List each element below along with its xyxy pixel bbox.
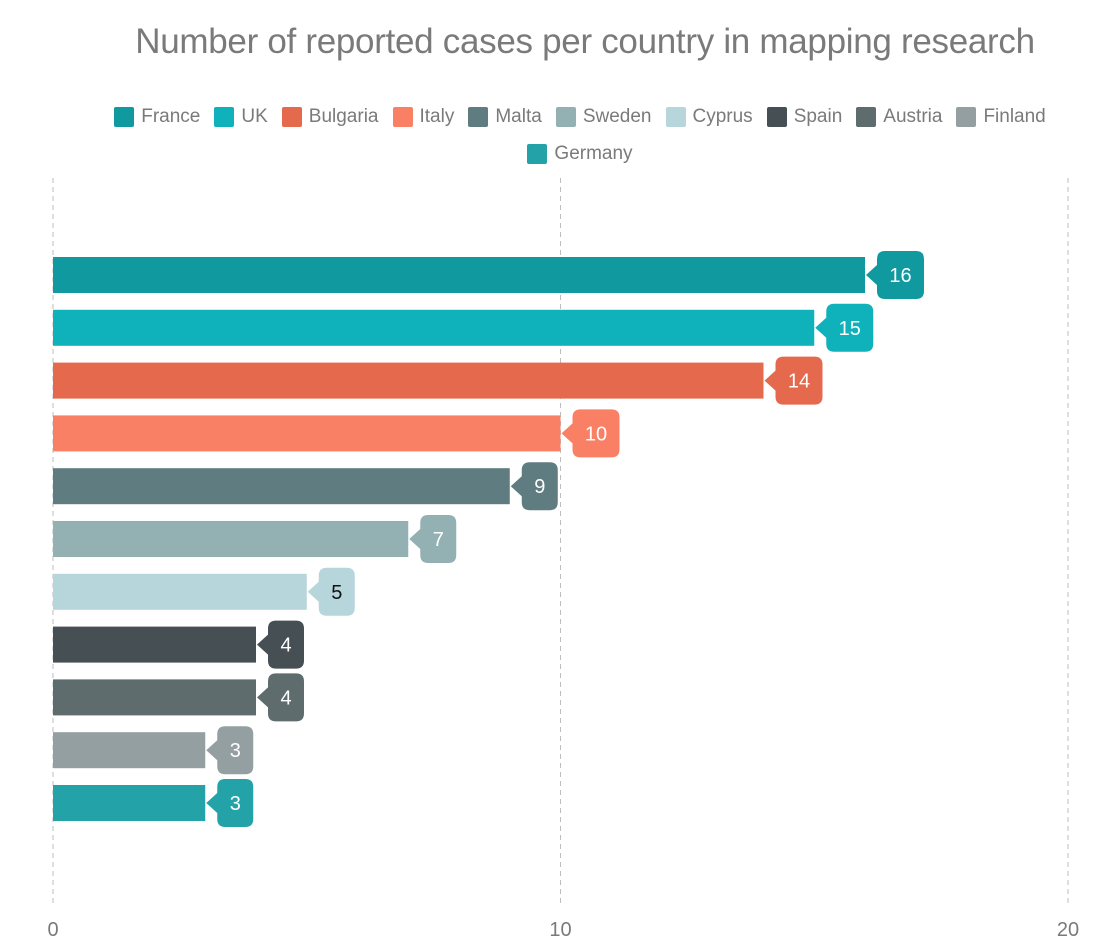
bar-malta[interactable] (53, 468, 510, 505)
bar-italy[interactable] (53, 415, 561, 452)
data-label: 3 (230, 740, 241, 762)
data-label: 10 (585, 423, 607, 445)
data-label: 14 (788, 371, 810, 393)
x-tick-label: 20 (1057, 919, 1079, 941)
bar-germany[interactable] (53, 785, 206, 821)
bar-sweden[interactable] (53, 521, 409, 557)
bar-cyprus[interactable] (53, 573, 307, 610)
bar-bulgaria[interactable] (53, 362, 764, 399)
data-label: 4 (280, 687, 291, 709)
data-label: 16 (889, 265, 911, 287)
bar-uk[interactable] (53, 309, 815, 346)
x-tick-label: 10 (549, 919, 571, 941)
bar-chart: 0 10 20 16 15 14 10 9 7 5 4 4 3 3 (47, 178, 1079, 941)
data-label: 3 (230, 793, 241, 815)
data-label: 7 (433, 529, 444, 551)
bar-finland[interactable] (53, 732, 206, 769)
data-label: 15 (839, 318, 861, 340)
data-label: 9 (534, 476, 545, 498)
x-tick-label: 0 (47, 919, 58, 941)
bar-spain[interactable] (53, 626, 256, 663)
data-label: 4 (280, 635, 291, 657)
bar-france[interactable] (53, 257, 865, 293)
bar-austria[interactable] (53, 679, 256, 716)
data-label: 5 (331, 582, 342, 604)
